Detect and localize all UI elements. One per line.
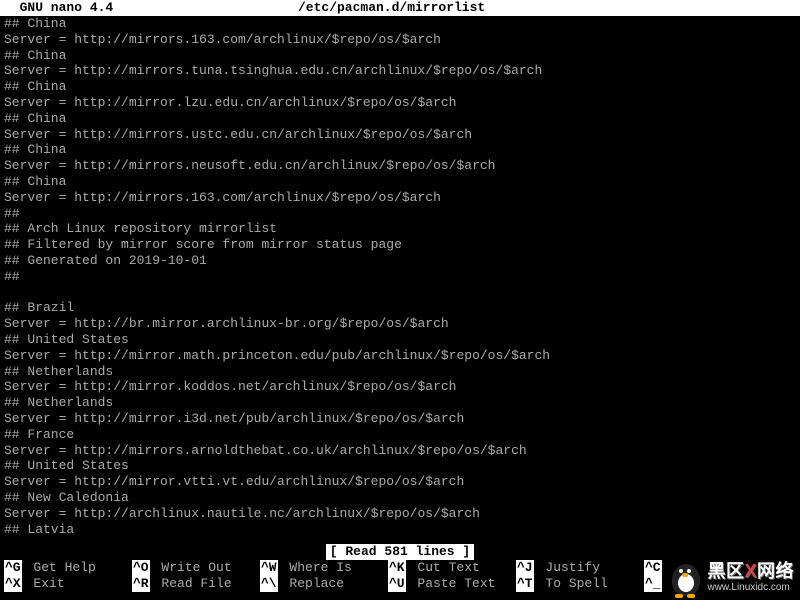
editor-line[interactable]: ## France — [4, 427, 796, 443]
editor-line[interactable]: ## United States — [4, 458, 796, 474]
file-path: /etc/pacman.d/mirrorlist — [113, 0, 800, 16]
shortcut-key: ^O — [132, 560, 150, 576]
status-bar: [ Read 581 lines ] — [0, 544, 800, 560]
shortcut-label: Write Out — [154, 560, 232, 576]
editor-line[interactable]: Server = http://archlinux.nautile.nc/arc… — [4, 506, 796, 522]
editor-line[interactable]: ## Netherlands — [4, 395, 796, 411]
shortcut-key: ^K — [388, 560, 406, 576]
shortcut-key: ^X — [4, 576, 22, 592]
shortcut-key: ^U — [388, 576, 406, 592]
shortcut-key: ^C — [644, 560, 662, 576]
editor-line[interactable]: ## China — [4, 142, 796, 158]
editor-line[interactable]: Server = http://mirror.vtti.vt.edu/archl… — [4, 474, 796, 490]
watermark-title: 黑区X网络 — [707, 564, 794, 580]
editor-line[interactable]: Server = http://mirrors.neusoft.edu.cn/a… — [4, 158, 796, 174]
shortcut-item: ^T To Spell — [516, 576, 644, 592]
editor-line[interactable]: Server = http://mirror.i3d.net/pub/archl… — [4, 411, 796, 427]
shortcut-key: ^J — [516, 560, 534, 576]
editor-line[interactable]: ## China — [4, 174, 796, 190]
editor-line[interactable]: ## China — [4, 79, 796, 95]
editor-line[interactable]: ## — [4, 206, 796, 222]
shortcut-key: ^R — [132, 576, 150, 592]
editor-line[interactable]: ## China — [4, 16, 796, 32]
editor-content[interactable]: ## ChinaServer = http://mirrors.163.com/… — [0, 16, 800, 537]
editor-line[interactable]: ## Netherlands — [4, 364, 796, 380]
shortcut-label: Where Is — [282, 560, 352, 576]
titlebar: GNU nano 4.4 /etc/pacman.d/mirrorlist — [0, 0, 800, 16]
shortcut-key: ^G — [4, 560, 22, 576]
app-name: GNU nano 4.4 — [0, 0, 113, 16]
editor-line[interactable]: ## China — [4, 48, 796, 64]
shortcut-item: ^W Where Is — [260, 560, 388, 576]
shortcut-item: ^K Cut Text — [388, 560, 516, 576]
editor-line[interactable]: Server = http://br.mirror.archlinux-br.o… — [4, 316, 796, 332]
editor-line[interactable]: Server = http://mirror.koddos.net/archli… — [4, 379, 796, 395]
shortcut-item: ^R Read File — [132, 576, 260, 592]
editor-line[interactable]: ## — [4, 269, 796, 285]
editor-line[interactable]: Server = http://mirrors.tuna.tsinghua.ed… — [4, 63, 796, 79]
editor-line[interactable]: Server = http://mirrors.163.com/archlinu… — [4, 190, 796, 206]
shortcut-label: Paste Text — [410, 576, 496, 592]
editor-line[interactable]: ## Latvia — [4, 522, 796, 538]
shortcut-key: ^W — [260, 560, 278, 576]
editor-line[interactable]: Server = http://mirrors.ustc.edu.cn/arch… — [4, 127, 796, 143]
shortcut-key: ^_ — [644, 576, 662, 592]
shortcut-label: Replace — [282, 576, 344, 592]
shortcut-label: Justify — [538, 560, 600, 576]
status-message: [ Read 581 lines ] — [326, 544, 474, 560]
shortcut-label: To Spell — [538, 576, 608, 592]
editor-line[interactable]: Server = http://mirror.lzu.edu.cn/archli… — [4, 95, 796, 111]
editor-line[interactable]: ## Filtered by mirror score from mirror … — [4, 237, 796, 253]
shortcut-key: ^\ — [260, 576, 278, 592]
shortcut-label: Cut Text — [410, 560, 480, 576]
editor-line[interactable]: ## New Caledonia — [4, 490, 796, 506]
editor-line[interactable]: ## United States — [4, 332, 796, 348]
editor-line[interactable]: Server = http://mirror.math.princeton.ed… — [4, 348, 796, 364]
watermark-url: www.Linuxidc.com — [707, 580, 789, 596]
shortcut-label: Get Help — [26, 560, 96, 576]
shortcut-item: ^J Justify — [516, 560, 644, 576]
penguin-icon — [671, 562, 701, 598]
shortcut-item: ^U Paste Text — [388, 576, 516, 592]
shortcut-label: Read File — [154, 576, 232, 592]
shortcut-item: ^\ Replace — [260, 576, 388, 592]
shortcut-key: ^T — [516, 576, 534, 592]
editor-line[interactable]: ## Arch Linux repository mirrorlist — [4, 221, 796, 237]
shortcut-item: ^G Get Help — [4, 560, 132, 576]
shortcut-item: ^O Write Out — [132, 560, 260, 576]
watermark: 黑区X网络 www.Linuxidc.com — [671, 562, 794, 598]
editor-line[interactable]: Server = http://mirrors.163.com/archlinu… — [4, 32, 796, 48]
editor-line[interactable]: ## Generated on 2019-10-01 — [4, 253, 796, 269]
editor-line[interactable]: Server = http://mirrors.arnoldthebat.co.… — [4, 443, 796, 459]
shortcut-label: Exit — [26, 576, 65, 592]
editor-line[interactable]: ## China — [4, 111, 796, 127]
editor-line[interactable] — [4, 285, 796, 301]
shortcut-item: ^X Exit — [4, 576, 132, 592]
editor-line[interactable]: ## Brazil — [4, 300, 796, 316]
